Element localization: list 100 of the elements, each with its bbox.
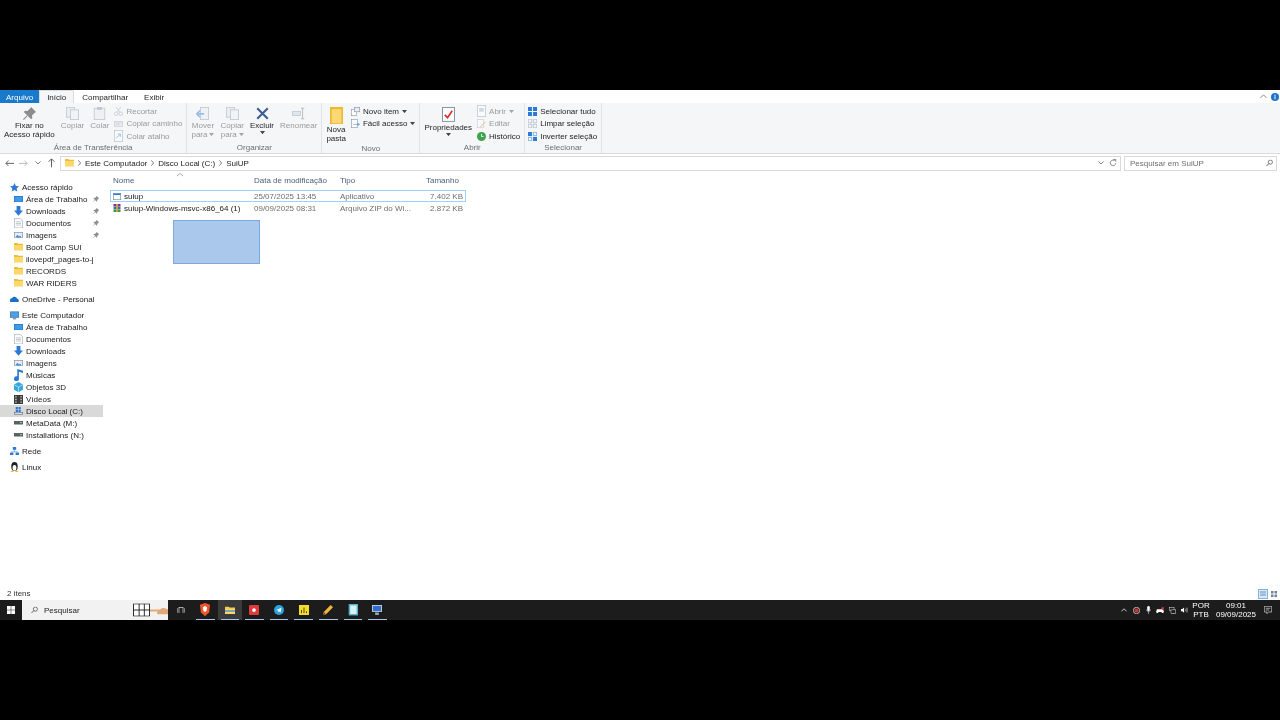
record-icon xyxy=(249,605,260,615)
ribbon-button[interactable]: Inverter seleção xyxy=(526,130,601,143)
modified-date: 25/07/2025 13:45 xyxy=(254,191,317,201)
file-row[interactable]: suiup-Windows-msvc-x86_64 (1) 09/09/2025 08:31 Arquivo ZIP do Wi... 2.872 KB xyxy=(110,202,466,214)
ribbon-group-label: Abrir xyxy=(463,143,481,153)
up-button[interactable] xyxy=(46,156,57,170)
folder-icon xyxy=(224,605,235,615)
nav-item[interactable]: Documentos xyxy=(0,333,103,345)
address-history-button[interactable] xyxy=(1098,161,1104,165)
caret-icon xyxy=(238,133,244,137)
taskbar-search-field[interactable]: Pesquisar xyxy=(22,600,168,620)
column-header[interactable]: Data de modificação xyxy=(250,172,336,188)
large-icons-view-button[interactable] xyxy=(1269,588,1279,599)
ribbon-button[interactable]: Limpar seleção xyxy=(526,117,601,130)
monitor-icon xyxy=(372,605,383,615)
search-field[interactable]: Pesquisar em SuiUP xyxy=(1124,155,1277,171)
window-icon xyxy=(113,192,121,200)
clock-button[interactable]: 09:01 09/09/2025 xyxy=(1212,600,1260,620)
music-note-icon xyxy=(14,368,23,382)
nav-item[interactable]: Rede xyxy=(0,445,103,457)
nav-item[interactable]: Vídeos xyxy=(0,393,103,405)
nav-item[interactable]: Linux xyxy=(0,461,103,473)
notebook-icon xyxy=(347,604,358,616)
pencil-icon xyxy=(323,605,334,615)
scissors-icon xyxy=(114,106,124,116)
folder-icon xyxy=(14,267,23,275)
taskbar-app-button[interactable] xyxy=(217,600,243,620)
ribbon-button[interactable]: Novo item xyxy=(349,105,419,118)
column-header[interactable]: Tipo xyxy=(336,172,422,188)
network-icon xyxy=(1168,606,1176,614)
record-icon xyxy=(1132,606,1140,614)
ribbon-button[interactable]: Histórico xyxy=(475,130,524,143)
nav-item[interactable]: RECORDS xyxy=(0,265,103,277)
chevron-right-icon xyxy=(78,160,81,166)
ribbon-button[interactable]: Fácil acesso xyxy=(349,117,419,130)
nav-item[interactable]: Área de Trabalho xyxy=(0,321,103,333)
text-box-icon xyxy=(114,120,124,127)
drive-icon xyxy=(14,433,23,437)
drive-icon xyxy=(14,421,23,425)
nav-item[interactable]: Imagens xyxy=(0,357,103,369)
nav-item[interactable]: Boot Camp SUI xyxy=(0,241,103,253)
nav-item[interactable]: OneDrive - Personal xyxy=(0,293,103,305)
nav-item[interactable]: Acesso rápido xyxy=(0,181,103,193)
ribbon-group-label: Organizar xyxy=(236,143,272,153)
refresh-icon xyxy=(1109,159,1117,167)
ribbon-button[interactable]: Excluir xyxy=(247,105,278,137)
breadcrumb[interactable]: SuiUP xyxy=(226,158,249,168)
breadcrumb[interactable]: Este Computador xyxy=(85,158,148,168)
item-count: 2 itens xyxy=(7,589,31,598)
caret-icon xyxy=(209,133,215,137)
nav-item[interactable]: Imagens xyxy=(0,229,103,241)
refresh-button[interactable] xyxy=(1109,159,1117,167)
speaker-icon xyxy=(1180,606,1188,614)
nav-item[interactable]: ilovepdf_pages-to-j xyxy=(0,253,103,265)
column-header[interactable]: Nome xyxy=(110,172,250,188)
language-button[interactable]: POR PTB xyxy=(1190,600,1212,620)
grid-icon xyxy=(528,106,538,116)
breadcrumb[interactable]: Disco Local (C:) xyxy=(158,158,216,168)
taskbar-app-button[interactable] xyxy=(193,600,218,620)
file-row[interactable]: suiup 25/07/2025 13:45 Aplicativo 7.402 KB xyxy=(110,190,466,202)
picture-icon xyxy=(14,359,23,367)
ribbon-button[interactable]: Nova pasta xyxy=(323,105,349,145)
chart-tile-icon xyxy=(298,605,309,615)
file-name: suiup-Windows-msvc-x86_64 (1) xyxy=(124,203,241,213)
caret-icon xyxy=(402,109,407,113)
folder-icon xyxy=(14,279,23,287)
grid-outline-icon xyxy=(528,119,538,129)
nav-item[interactable]: Downloads xyxy=(0,345,103,357)
ribbon-group-label: Novo xyxy=(361,144,381,155)
chevron-right-icon xyxy=(151,160,155,166)
books-icon xyxy=(113,204,121,212)
nav-item[interactable]: Documentos xyxy=(0,217,103,229)
nav-item[interactable]: Downloads xyxy=(0,205,103,217)
pencil-page-icon xyxy=(477,119,487,129)
ribbon-button[interactable]: Fixar no Acesso rápido xyxy=(1,105,58,140)
file-type: Arquivo ZIP do Wi... xyxy=(340,203,411,213)
nav-item[interactable]: Installations (N:) xyxy=(0,429,103,441)
pointing-hand-icon xyxy=(150,606,168,614)
nav-item[interactable]: MetaData (M:) xyxy=(0,417,103,429)
nav-item[interactable]: Disco Local (C:) xyxy=(0,405,103,417)
file-menu-tab[interactable]: Arquivo xyxy=(0,90,40,103)
nav-item[interactable]: Músicas xyxy=(0,369,103,381)
start-icon xyxy=(7,606,15,614)
ribbon-button[interactable]: Selecionar tudo xyxy=(526,105,601,118)
help-button[interactable] xyxy=(1271,92,1279,101)
document-icon xyxy=(14,333,23,345)
file-name: suiup xyxy=(124,191,144,201)
search-icon xyxy=(31,606,38,614)
nav-item[interactable]: WAR RIDERS xyxy=(0,277,103,289)
nav-item[interactable]: Área de Trabalho xyxy=(0,193,103,205)
file-type: Aplicativo xyxy=(340,191,375,201)
address-bar[interactable]: Este Computador Disco Local (C:) SuiUP xyxy=(60,155,1121,171)
nav-item[interactable]: Objetos 3D xyxy=(0,381,103,393)
documents-icon xyxy=(351,106,360,116)
column-header[interactable]: Tamanho xyxy=(422,172,466,188)
tiles-icon xyxy=(1271,590,1277,597)
chevron-down-icon xyxy=(34,161,41,165)
ribbon-button[interactable]: Propriedades xyxy=(421,105,476,139)
nav-item[interactable]: Este Computador xyxy=(0,309,103,321)
ribbon-tab[interactable]: Início xyxy=(39,90,75,103)
